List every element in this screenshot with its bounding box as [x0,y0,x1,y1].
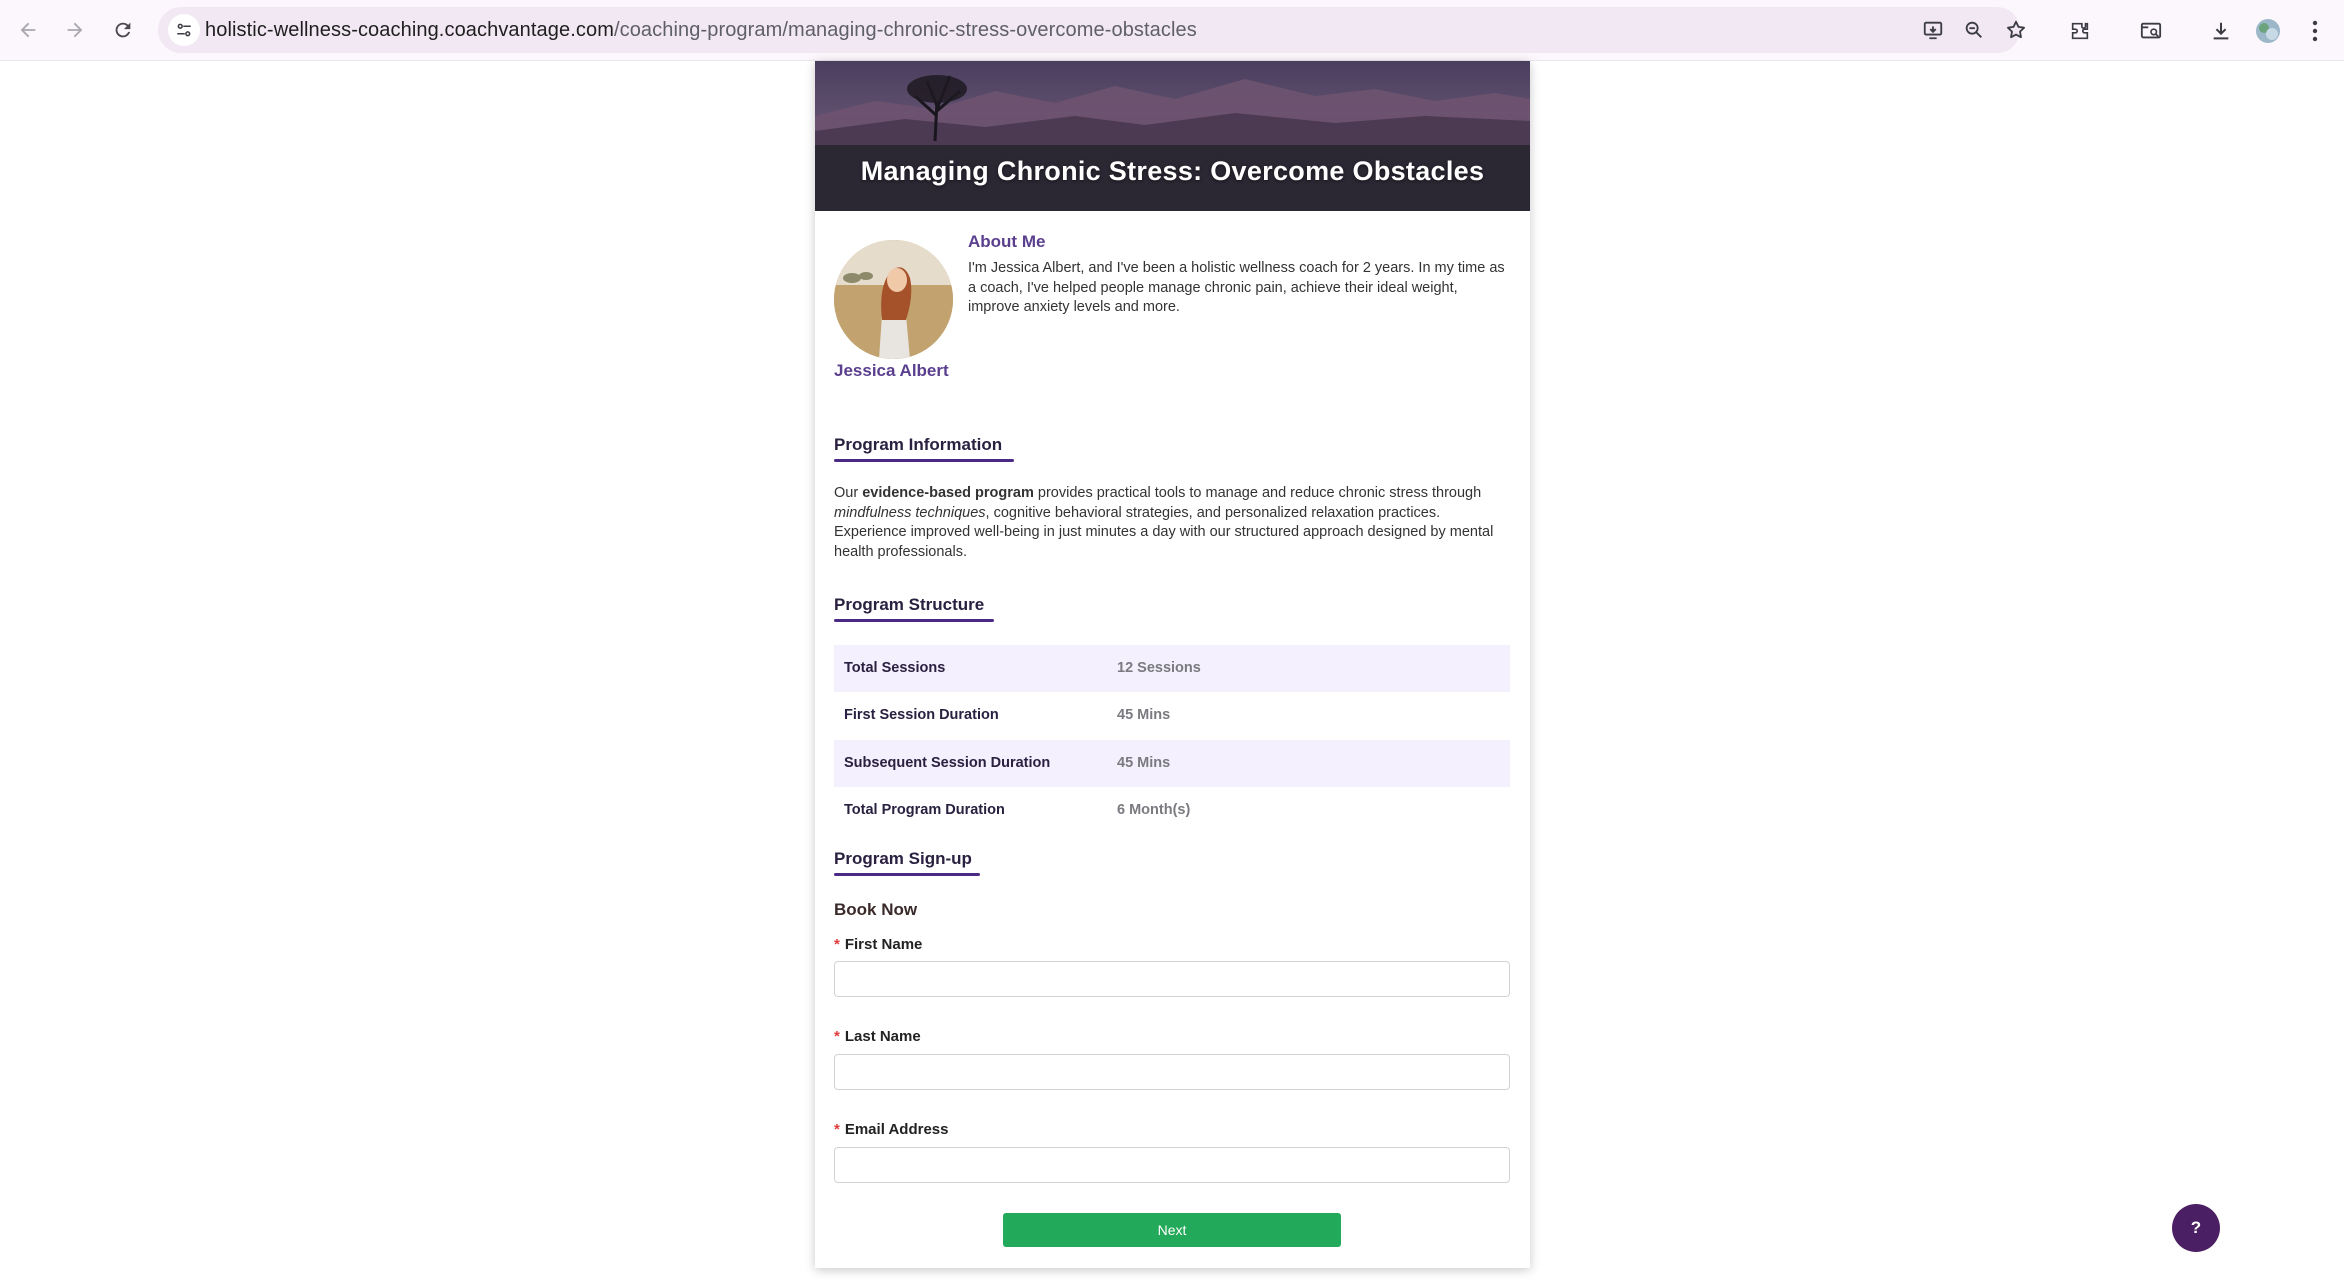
program-information-title: Program Information [834,435,1003,454]
structure-value: 45 Mins [1117,707,1171,723]
structure-row-total-duration: Total Program Duration 6 Month(s) [834,787,1510,834]
structure-label: Total Program Duration [844,802,1005,818]
next-button[interactable]: Next [1003,1213,1341,1247]
first-name-label: * First Name [834,936,922,953]
field-label-text: First Name [844,936,923,953]
structure-value: 6 Month(s) [1117,802,1191,818]
help-button[interactable]: ? [2172,1204,2220,1252]
structure-row-first-session: First Session Duration 45 Mins [834,692,1510,739]
last-name-label: * Last Name [834,1028,921,1045]
first-name-input[interactable] [834,961,1510,997]
site-settings-icon[interactable] [168,14,200,46]
bookmark-star-icon[interactable] [2001,15,2031,45]
required-marker: * [834,1121,840,1138]
book-now-heading: Book Now [834,900,918,919]
browser-toolbar: holistic-wellness-coaching.coachvantage.… [0,0,2344,61]
menu-icon[interactable] [2298,14,2332,48]
downloads-icon[interactable] [2204,14,2238,48]
info-text-italic: mindfulness techniques [834,504,986,521]
structure-label: Subsequent Session Duration [844,755,1051,771]
forward-icon[interactable] [57,12,93,48]
tab-search-icon[interactable] [2134,14,2168,48]
hero-banner: Managing Chronic Stress: Overcome Obstac… [815,61,1530,211]
page-content: Managing Chronic Stress: Overcome Obstac… [0,61,2344,1282]
section-underline [834,459,1014,462]
info-text-bold: evidence-based program [862,485,1034,501]
email-address-label: * Email Address [834,1121,949,1138]
required-marker: * [834,1028,840,1045]
extensions-icon[interactable] [2063,14,2097,48]
install-app-icon[interactable] [1918,15,1948,45]
last-name-input[interactable] [834,1054,1510,1090]
program-signup-title: Program Sign-up [834,849,972,868]
program-card: Managing Chronic Stress: Overcome Obstac… [815,61,1530,1268]
structure-value: 45 Mins [1117,755,1171,771]
structure-label: Total Sessions [844,660,946,676]
coach-name: Jessica Albert [834,361,949,380]
address-bar[interactable]: holistic-wellness-coaching.coachvantage.… [158,7,2025,53]
structure-value: 12 Sessions [1117,660,1201,676]
zoom-icon[interactable] [1959,15,1989,45]
page-title: Managing Chronic Stress: Overcome Obstac… [860,156,1485,186]
info-text-part: Our [834,485,863,501]
url-text[interactable]: holistic-wellness-coaching.coachvantage.… [205,19,1197,42]
section-underline [834,873,980,876]
structure-row-total-sessions: Total Sessions 12 Sessions [834,645,1510,692]
about-heading: About Me [968,232,1046,251]
about-text: I'm Jessica Albert, and I've been a holi… [968,260,1505,315]
email-address-input[interactable] [834,1147,1510,1183]
program-information-text: Our evidence-based program provides prac… [834,484,1509,562]
info-text-part: provides practical tools to manage and r… [1033,485,1482,501]
back-icon[interactable] [10,12,46,48]
required-marker: * [834,936,840,953]
reload-icon[interactable] [105,12,141,48]
field-label-text: Last Name [844,1028,921,1045]
structure-label: First Session Duration [844,707,999,723]
program-structure-title: Program Structure [834,595,985,614]
field-label-text: Email Address [844,1121,949,1138]
hero-landscape-image [815,75,1530,211]
coach-avatar [834,240,953,359]
structure-row-subsequent-session: Subsequent Session Duration 45 Mins [834,740,1510,787]
section-underline [834,619,994,622]
url-path: /coaching-program/managing-chronic-stres… [613,19,1197,41]
profile-avatar[interactable] [2251,14,2285,48]
url-domain: holistic-wellness-coaching.coachvantage.… [205,19,614,41]
